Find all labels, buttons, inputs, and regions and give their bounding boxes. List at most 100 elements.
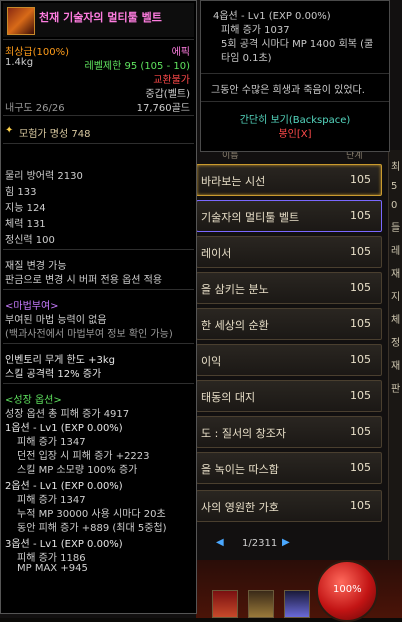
item-rarity: 에픽 [171, 47, 190, 58]
side-panel-char: 판 [391, 384, 401, 395]
stat-line: 정신력 100 [5, 235, 55, 246]
list-item-name: 기술자의 멀티툴 벨트 [201, 211, 300, 224]
side-panel-char: 재 [391, 269, 401, 280]
list-item[interactable]: 바라보는 시선 105 [196, 164, 382, 196]
side-panel-char: 0 [391, 200, 398, 211]
magic-header: <마법부여> [5, 301, 59, 312]
list-item-name: 을 삼키는 분노 [201, 283, 269, 296]
list-item-name: 레이서 [201, 247, 232, 260]
option-line: 피해 증가 1347 [17, 495, 86, 506]
list-item[interactable]: 사의 영원한 가호 105 [196, 490, 382, 522]
list-item[interactable]: 태동의 대지 105 [196, 380, 382, 412]
list-item-value: 105 [350, 281, 371, 294]
arrow-left-icon[interactable]: ◀ [216, 537, 224, 548]
item-name: 천재 기술자의 멀티툴 벨트 [39, 11, 162, 24]
list-item-value: 105 [350, 317, 371, 330]
flavor-text: 그동안 수많은 희생과 죽음이 있었다. [211, 85, 365, 96]
divider [3, 143, 194, 144]
list-item[interactable]: 레이서 105 [196, 236, 382, 268]
trade-status: 교환불가 [153, 75, 190, 86]
item-tooltip-continued: 4옵션 - Lv1 (EXP 0.00%) 피해 증가 1037 5회 공격 시… [200, 0, 390, 152]
list-pager: ◀ 1/2311 ▶ [200, 533, 380, 555]
option-header: 1옵션 - Lv1 (EXP 0.00%) [5, 423, 123, 434]
growth-header: <성장 옵션> [5, 395, 62, 406]
list-item-name: 이익 [201, 355, 222, 368]
item-tooltip: 천재 기술자의 멀티툴 벨트 최상급(100%) 에픽 1.4kg 레벨제한 9… [0, 0, 197, 614]
divider [201, 73, 389, 74]
stat-line: 지능 124 [5, 203, 46, 214]
option-header: 3옵션 - Lv1 (EXP 0.00%) [5, 539, 123, 550]
list-item[interactable]: 을 녹이는 따스함 105 [196, 452, 382, 484]
list-item[interactable]: 기술자의 멀티툴 벨트 105 [196, 200, 382, 232]
list-item[interactable]: 한 세상의 순환 105 [196, 308, 382, 340]
plate-note: 판금으로 변경 시 버퍼 전용 옵션 적용 [5, 275, 163, 286]
item-weight: 1.4kg [5, 57, 34, 68]
option-line: 동안 피해 증가 +889 (최대 5중첩) [17, 523, 167, 534]
divider [3, 249, 194, 250]
durability: 내구도 26/26 [5, 103, 65, 114]
list-item-name: 사의 영원한 가호 [201, 501, 279, 514]
option4-hit-recovery-cont: 타임 0.1초) [221, 53, 272, 64]
side-panel-char: 레 [391, 246, 401, 257]
skill-slot-icon[interactable] [248, 590, 274, 618]
list-item-value: 105 [350, 173, 371, 186]
adventurer-fame: 모험가 명성 748 [19, 129, 91, 140]
list-item[interactable]: 이익 105 [196, 344, 382, 376]
list-item-value: 105 [350, 209, 371, 222]
magic-hint: (백과사전에서 마법부여 정보 확인 가능) [5, 329, 173, 340]
material-change: 재질 변경 가능 [5, 261, 67, 272]
list-item-value: 105 [350, 499, 371, 512]
side-panel-char: 재 [391, 361, 401, 372]
option-line: 스킬 MP 소모량 100% 증가 [17, 465, 138, 476]
option4-header: 4옵션 - Lv1 (EXP 0.00%) [213, 11, 331, 22]
inventory-weight: 인벤토리 무게 한도 +3kg [5, 355, 116, 366]
side-panel-char: 체 [391, 315, 401, 326]
option-line: 던전 입장 시 피해 증가 +2223 [17, 451, 150, 462]
right-side-panel: 최50들레재지체정재판 [388, 150, 402, 570]
growth-total: 성장 옵션 총 피해 증가 4917 [5, 409, 130, 420]
list-item[interactable]: 을 삼키는 분노 105 [196, 272, 382, 304]
list-item-name: 바라보는 시선 [201, 175, 266, 188]
list-item-name: 한 세상의 순환 [201, 319, 269, 332]
side-panel-char: 최 [391, 162, 401, 173]
divider [3, 343, 194, 344]
item-type: 중갑(벨트) [145, 89, 190, 100]
hp-percent: 100% [333, 584, 362, 595]
skill-slot-icon[interactable] [212, 590, 238, 618]
divider [3, 383, 194, 384]
skill-slot-icon[interactable] [284, 590, 310, 618]
seal-status: 봉인[X] [278, 129, 312, 140]
stat-line: 힘 133 [5, 187, 37, 198]
option-line: 피해 증가 1347 [17, 437, 86, 448]
stat-line: 체력 131 [5, 219, 46, 230]
divider [201, 101, 389, 102]
adventurer-fame-icon: ✦ [5, 125, 14, 136]
arrow-right-icon[interactable]: ▶ [282, 537, 290, 548]
list-item-value: 105 [350, 461, 371, 474]
item-price: 17,760골드 [136, 103, 190, 114]
option4-damage: 피해 증가 1037 [221, 25, 290, 36]
side-panel-char: 지 [391, 292, 401, 303]
skill-attack: 스킬 공격력 12% 증가 [5, 369, 102, 380]
belt-item-icon [7, 7, 35, 35]
list-item-name: 을 녹이는 따스함 [201, 463, 279, 476]
list-item[interactable]: 도 : 질서의 창조자 105 [196, 416, 382, 448]
option-line: MP MAX +945 [17, 563, 88, 574]
side-panel-char: 정 [391, 338, 401, 349]
list-item-value: 105 [350, 425, 371, 438]
divider [3, 39, 194, 40]
hp-orb: 100% [316, 560, 378, 622]
option-header: 2옵션 - Lv1 (EXP 0.00%) [5, 481, 123, 492]
list-item-value: 105 [350, 245, 371, 258]
list-item-name: 도 : 질서의 창조자 [201, 427, 287, 440]
level-limit: 레벨제한 95 (105 - 10) [84, 61, 190, 72]
page-indicator: 1/2311 [242, 538, 278, 549]
simple-view-hint[interactable]: 간단히 보기(Backspace) [201, 111, 389, 126]
option4-hit-recovery: 5회 공격 시마다 MP 1400 회복 (쿨 [221, 39, 374, 50]
list-item-value: 105 [350, 353, 371, 366]
side-panel-char: 5 [391, 181, 398, 192]
divider [3, 115, 194, 116]
divider [3, 289, 194, 290]
list-item-value: 105 [350, 389, 371, 402]
item-grade: 최상급(100%) [5, 47, 69, 58]
